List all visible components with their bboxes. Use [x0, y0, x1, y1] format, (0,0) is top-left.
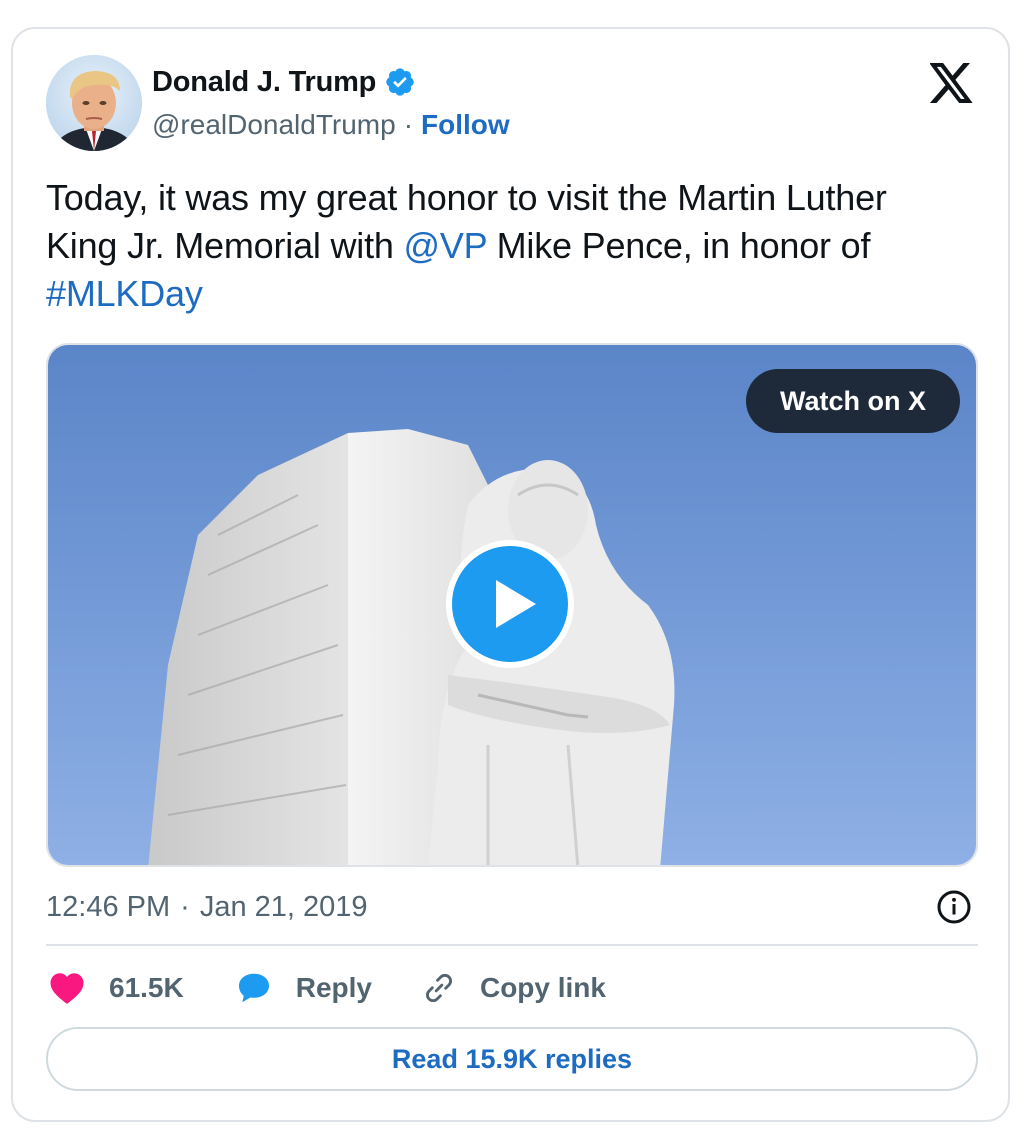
reply-button[interactable]: Reply: [236, 971, 372, 1005]
play-icon: [496, 580, 536, 628]
read-replies-button[interactable]: Read 15.9K replies: [46, 1027, 978, 1091]
author-name-row[interactable]: Donald J. Trump: [152, 63, 416, 101]
author-avatar[interactable]: [46, 55, 142, 151]
watch-on-x-button[interactable]: Watch on X: [746, 369, 960, 433]
reply-label: Reply: [295, 972, 372, 1003]
separator-dot: ·: [403, 109, 414, 140]
tweet-text: Today, it was my great honor to visit th…: [46, 174, 946, 318]
author-display-name[interactable]: Donald J. Trump: [152, 66, 376, 99]
mention-link[interactable]: @VP: [404, 225, 488, 266]
x-logo-icon[interactable]: [930, 63, 974, 103]
video-media[interactable]: Watch on X: [46, 343, 978, 867]
divider: [46, 944, 978, 946]
author-handle-row: @realDonaldTrump · Follow: [152, 106, 510, 144]
like-button[interactable]: 61.5K: [49, 971, 184, 1005]
copy-link-label: Copy link: [479, 972, 606, 1003]
hashtag-link[interactable]: #MLKDay: [46, 273, 203, 314]
follow-button[interactable]: Follow: [421, 109, 510, 141]
author-handle[interactable]: @realDonaldTrump: [152, 109, 396, 141]
tweet-text-part2: Mike Pence, in honor of: [486, 225, 871, 266]
like-count: 61.5K: [109, 972, 184, 1003]
action-bar: 61.5K Reply Copy link: [49, 964, 656, 1012]
play-button[interactable]: [446, 540, 574, 668]
tweet-timestamp[interactable]: 12:46 PM · Jan 21, 2019: [46, 887, 368, 927]
info-icon[interactable]: [936, 889, 972, 925]
verified-badge-icon: [386, 68, 414, 96]
heart-icon: [50, 973, 84, 1004]
link-icon: [426, 973, 452, 1003]
speech-bubble-icon: [238, 973, 269, 1003]
tweet-date: Jan 21, 2019: [199, 890, 368, 923]
tweet-time: 12:46 PM: [46, 890, 171, 923]
tweet-embed-card: Donald J. Trump @realDonaldTrump · Follo…: [11, 27, 1010, 1122]
timestamp-separator: ·: [180, 890, 190, 923]
copy-link-button[interactable]: Copy link: [422, 971, 606, 1005]
